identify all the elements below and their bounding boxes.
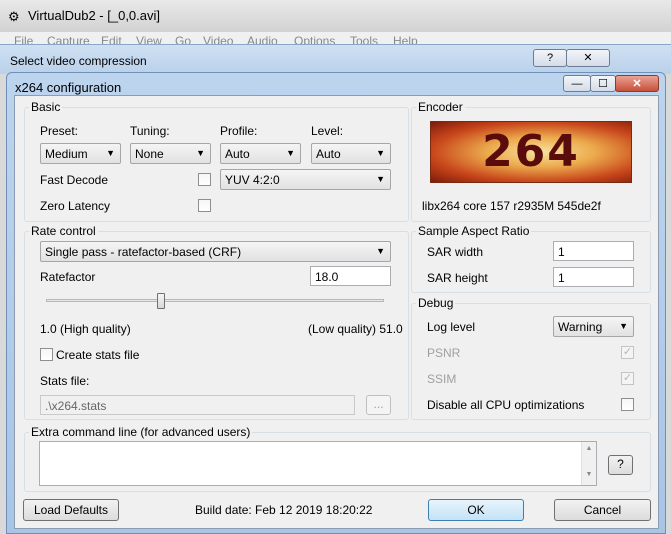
- ssim-label: SSIM: [427, 372, 457, 386]
- level-select[interactable]: Auto ▼: [311, 143, 391, 164]
- maximize-button[interactable]: ☐: [590, 75, 616, 92]
- ratefactor-slider-track[interactable]: [46, 299, 384, 302]
- gear-icon: ⚙: [8, 9, 20, 24]
- zero-latency-checkbox[interactable]: [198, 199, 211, 212]
- ratefactor-label: Ratefactor: [40, 270, 96, 284]
- disable-cpu-checkbox[interactable]: [621, 398, 634, 411]
- basic-group-label: Basic: [29, 100, 63, 114]
- x264-logo-text: 264: [482, 126, 580, 177]
- chevron-down-icon: ▼: [286, 148, 295, 158]
- sar-width-label: SAR width: [427, 245, 484, 259]
- create-stats-checkbox[interactable]: [40, 348, 53, 361]
- rate-mode-select[interactable]: Single pass - ratefactor-based (CRF) ▼: [40, 241, 391, 262]
- chevron-down-icon: ▼: [196, 148, 205, 158]
- extra-help-button[interactable]: ?: [608, 455, 633, 475]
- profile-label: Profile:: [220, 124, 258, 138]
- close-button[interactable]: ✕: [615, 75, 659, 92]
- log-level-label: Log level: [427, 320, 476, 334]
- cancel-button[interactable]: Cancel: [554, 499, 651, 521]
- colorspace-select[interactable]: YUV 4:2:0 ▼: [220, 169, 391, 190]
- debug-group-label: Debug: [416, 296, 456, 310]
- chevron-down-icon: ▼: [619, 321, 628, 331]
- ratefactor-input[interactable]: 18.0: [310, 266, 391, 286]
- rate-mode-value: Single pass - ratefactor-based (CRF): [45, 245, 242, 259]
- scroll-down-icon[interactable]: ▼: [582, 471, 596, 478]
- ok-button[interactable]: OK: [428, 499, 524, 521]
- extra-cmdline-scrollbar[interactable]: ▲ ▼: [581, 442, 596, 485]
- profile-select[interactable]: Auto ▼: [220, 143, 301, 164]
- rate-control-group-label: Rate control: [29, 224, 98, 238]
- fast-decode-label: Fast Decode: [40, 173, 109, 187]
- slider-max-label: (Low quality) 51.0: [308, 322, 403, 336]
- level-value: Auto: [316, 147, 341, 161]
- ratefactor-slider-thumb[interactable]: [157, 293, 165, 309]
- stats-file-label: Stats file:: [40, 374, 90, 388]
- stats-file-input[interactable]: .\x264.stats: [40, 395, 355, 415]
- fast-decode-checkbox[interactable]: [198, 173, 211, 186]
- sar-height-input[interactable]: 1: [553, 267, 634, 287]
- preset-select[interactable]: Medium ▼: [40, 143, 121, 164]
- select-compression-titlebar: Select video compression ? ✕: [0, 44, 671, 74]
- encoder-group-label: Encoder: [416, 100, 465, 114]
- create-stats-label: Create stats file: [56, 348, 140, 362]
- psnr-checkbox[interactable]: ✓: [621, 346, 634, 359]
- psnr-label: PSNR: [427, 346, 461, 360]
- svc-help-button[interactable]: ?: [533, 49, 567, 67]
- select-compression-title: Select video compression: [10, 54, 147, 68]
- ssim-checkbox[interactable]: ✓: [621, 372, 634, 385]
- colorspace-value: YUV 4:2:0: [225, 173, 280, 187]
- sar-group-label: Sample Aspect Ratio: [416, 224, 532, 238]
- disable-cpu-label: Disable all CPU optimizations: [427, 398, 585, 412]
- virtualdub-title: VirtualDub2 - [_0,0.avi]: [28, 8, 160, 23]
- chevron-down-icon: ▼: [106, 148, 115, 158]
- tuning-value: None: [135, 147, 164, 161]
- minimize-button[interactable]: —: [563, 75, 591, 92]
- svc-close-button[interactable]: ✕: [566, 49, 610, 67]
- sar-width-input[interactable]: 1: [553, 241, 634, 261]
- chevron-down-icon: ▼: [376, 148, 385, 158]
- chevron-down-icon: ▼: [376, 246, 385, 256]
- tuning-select[interactable]: None ▼: [130, 143, 211, 164]
- extra-cmdline-textarea[interactable]: [39, 441, 597, 486]
- encoder-version: libx264 core 157 r2935M 545de2f: [422, 199, 601, 213]
- browse-stats-button[interactable]: ...: [366, 395, 391, 415]
- scroll-up-icon[interactable]: ▲: [582, 445, 596, 452]
- x264-logo: 264: [430, 121, 632, 183]
- tuning-label: Tuning:: [130, 124, 170, 138]
- log-level-value: Warning: [558, 320, 603, 334]
- preset-label: Preset:: [40, 124, 79, 138]
- log-level-select[interactable]: Warning ▼: [553, 316, 634, 337]
- zero-latency-label: Zero Latency: [40, 199, 111, 213]
- chevron-down-icon: ▼: [376, 174, 385, 184]
- level-label: Level:: [311, 124, 344, 138]
- profile-value: Auto: [225, 147, 250, 161]
- slider-min-label: 1.0 (High quality): [40, 322, 131, 336]
- preset-value: Medium: [45, 147, 88, 161]
- load-defaults-button[interactable]: Load Defaults: [23, 499, 119, 521]
- build-date: Build date: Feb 12 2019 18:20:22: [195, 503, 373, 517]
- x264-title: x264 configuration: [15, 80, 122, 95]
- sar-height-label: SAR height: [427, 271, 488, 285]
- extra-cmdline-label: Extra command line (for advanced users): [29, 425, 253, 439]
- virtualdub-titlebar: ⚙ VirtualDub2 - [_0,0.avi]: [0, 0, 671, 32]
